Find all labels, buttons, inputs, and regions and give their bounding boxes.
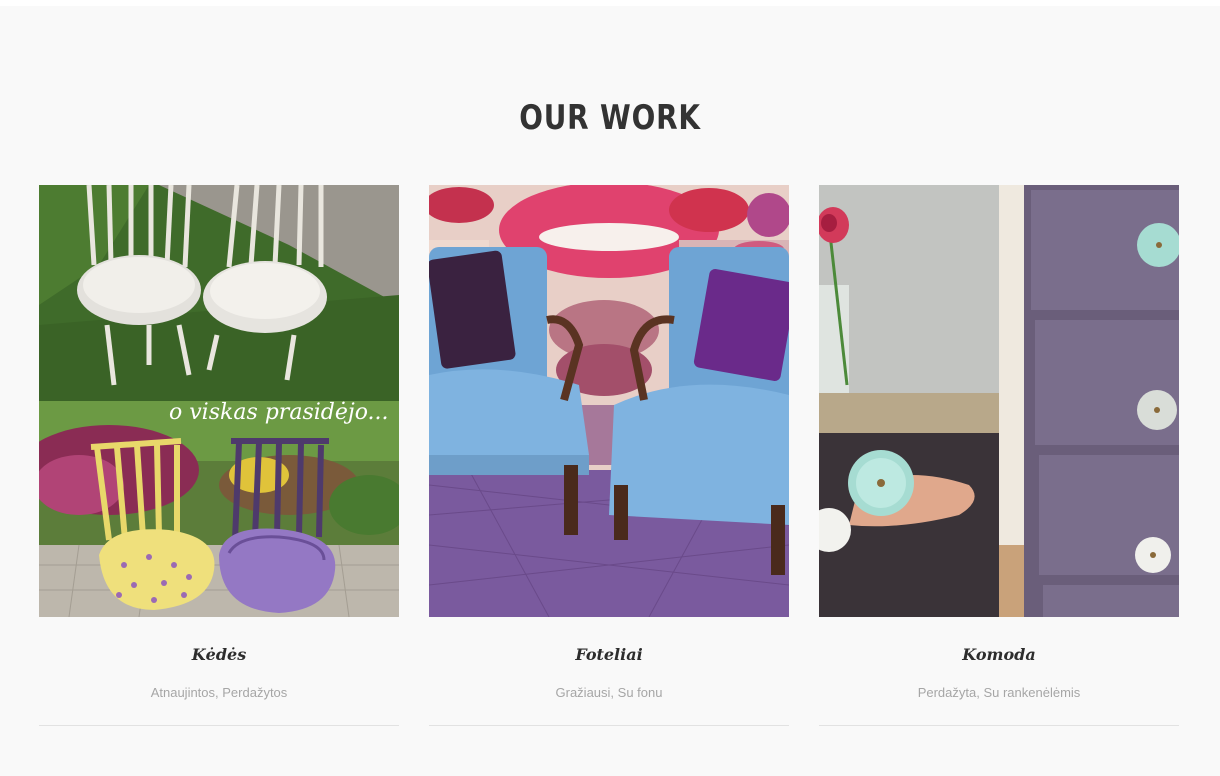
portfolio-card-foteliai: Foteliai Gražiausi, Su fonu (429, 185, 789, 726)
card-title[interactable]: Foteliai (429, 645, 789, 664)
card-tags: Perdažyta, Su rankenėlėmis (917, 685, 1081, 700)
card-tags: Atnaujintos, Perdažytos (150, 685, 288, 700)
portfolio-image-foteliai[interactable] (429, 185, 789, 617)
card-title[interactable]: Kėdės (39, 645, 399, 664)
chairs-photo: o viskas prasidėjo... (39, 185, 399, 617)
section-title: OUR WORK (519, 98, 701, 138)
card-divider (819, 725, 1179, 726)
portfolio-image-kedes[interactable]: o viskas prasidėjo... (39, 185, 399, 617)
our-work-section: OUR WORK o viskas prasidėjo... Kėdės Atn… (0, 6, 1220, 776)
armchairs-photo (429, 185, 789, 617)
image-caption: o viskas prasidėjo... (169, 400, 389, 425)
card-divider (39, 725, 399, 726)
portfolio-image-komoda[interactable] (819, 185, 1179, 617)
card-divider (429, 725, 789, 726)
portfolio-card-komoda: Komoda Perdažyta, Su rankenėlėmis (819, 185, 1179, 726)
card-title[interactable]: Komoda (819, 645, 1179, 664)
dresser-photo (819, 185, 1179, 617)
portfolio-card-kedes: o viskas prasidėjo... Kėdės Atnaujintos,… (39, 185, 399, 726)
card-tags: Gražiausi, Su fonu (555, 685, 663, 700)
